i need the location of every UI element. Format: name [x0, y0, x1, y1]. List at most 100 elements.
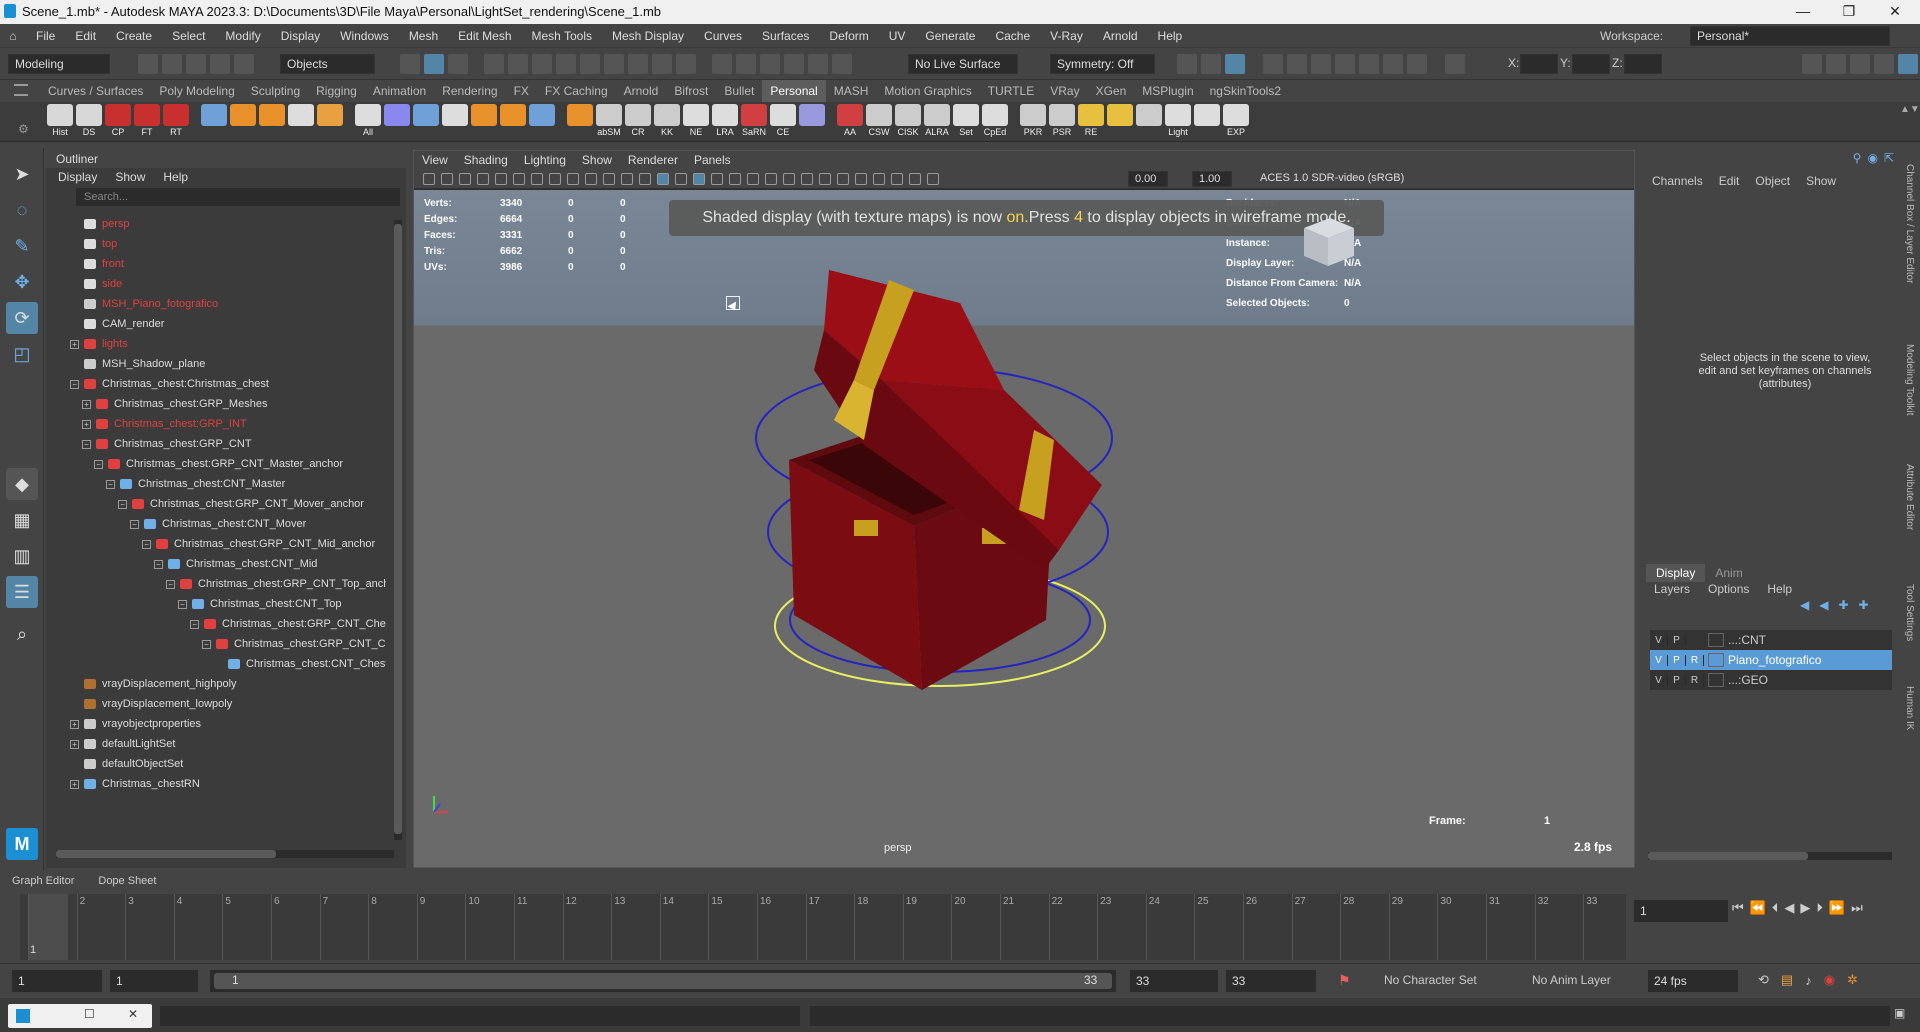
play-back-icon[interactable]: ◀: [1784, 900, 1794, 916]
expand-toggle[interactable]: +: [70, 340, 79, 349]
layer-menu-options[interactable]: Options: [1708, 582, 1749, 596]
layer-p-toggle[interactable]: P: [1668, 674, 1686, 686]
gate-mask-icon[interactable]: [567, 172, 579, 185]
shelf-tab-sculpting[interactable]: Sculpting: [243, 80, 308, 102]
layer-r-toggle[interactable]: R: [1686, 674, 1704, 686]
viewport-menu-renderer[interactable]: Renderer: [620, 151, 686, 169]
expand-toggle[interactable]: −: [70, 380, 79, 389]
anim-layer-label[interactable]: No Anim Layer: [1532, 973, 1611, 987]
script-editor-icon[interactable]: [16, 1009, 30, 1023]
outliner-layout-icon[interactable]: ☰: [6, 576, 38, 608]
lock-icon[interactable]: [652, 54, 672, 74]
shelf-button-tool-25[interactable]: [796, 104, 828, 140]
audio-icon[interactable]: ♪: [1805, 973, 1812, 988]
viewport-menu-lighting[interactable]: Lighting: [516, 151, 574, 169]
color-management-icon[interactable]: [927, 172, 939, 185]
layer-hscroll[interactable]: [1648, 852, 1892, 860]
expand-toggle[interactable]: +: [70, 780, 79, 789]
pin-icon[interactable]: ⚲: [1853, 151, 1862, 165]
shelf-tab-fx-caching[interactable]: FX Caching: [537, 80, 616, 102]
animation-end-field[interactable]: 33: [1226, 970, 1316, 992]
shelf-tab-xgen[interactable]: XGen: [1088, 80, 1135, 102]
shelf-tab-ngskintools2[interactable]: ngSkinTools2: [1202, 80, 1289, 102]
snap-point-icon[interactable]: [532, 54, 552, 74]
selection-mode-select[interactable]: Objects: [280, 54, 375, 74]
grid-icon[interactable]: [513, 172, 525, 185]
channel-menu-show[interactable]: Show: [1806, 174, 1836, 188]
exposure-field[interactable]: 0.00: [1128, 171, 1168, 187]
shelf-button-tool-7[interactable]: [256, 104, 288, 140]
modeling-toolkit-icon[interactable]: [1802, 54, 1822, 74]
ipr-render-icon[interactable]: [1311, 54, 1331, 74]
safe-title-icon[interactable]: [621, 172, 633, 185]
layer-row[interactable]: V P R ...:GEO: [1650, 670, 1892, 690]
channel-menu-edit[interactable]: Edit: [1719, 174, 1740, 188]
shelf-button-tool-38[interactable]: [1191, 104, 1223, 140]
shelf-button-tool-36[interactable]: [1133, 104, 1165, 140]
layout-icon[interactable]: [1898, 54, 1918, 74]
expand-toggle[interactable]: −: [82, 440, 91, 449]
step-forward-frame-icon[interactable]: ⏵: [1816, 900, 1823, 916]
side-tab-human-ik[interactable]: Human IK: [1904, 686, 1915, 730]
menu-windows[interactable]: Windows: [330, 24, 399, 48]
outliner-item[interactable]: Christmas_chest:CNT_Master: [120, 474, 285, 494]
shelf-button-tool-11[interactable]: [381, 104, 413, 140]
viewport-panel[interactable]: View Shading Lighting Show Renderer Panels 0.…: [413, 150, 1635, 868]
outliner-item[interactable]: Christmas_chest:GRP_Meshes: [96, 394, 267, 414]
home-icon[interactable]: ⌂: [0, 24, 26, 48]
menu-generate[interactable]: Generate: [915, 24, 985, 48]
layer-menu-layers[interactable]: Layers: [1654, 582, 1690, 596]
smooth-shade-icon[interactable]: [657, 172, 669, 185]
shelf-button-tool-12[interactable]: [410, 104, 442, 140]
layer-menu-help[interactable]: Help: [1767, 582, 1792, 596]
shelf-button-ft[interactable]: FT: [131, 104, 163, 140]
range-slider-bar[interactable]: 1 33: [210, 970, 1116, 992]
menu-surfaces[interactable]: Surfaces: [752, 24, 819, 48]
motion-blur-icon[interactable]: [765, 172, 777, 185]
menu-mesh[interactable]: Mesh: [399, 24, 448, 48]
expand-toggle[interactable]: −: [142, 540, 151, 549]
snap-grid-icon[interactable]: [484, 54, 504, 74]
shelf-tab-mash[interactable]: MASH: [826, 80, 877, 102]
camera-icon[interactable]: [1177, 54, 1197, 74]
outliner-vscroll[interactable]: [394, 220, 402, 840]
outliner-item[interactable]: Christmas_chest:CNT_Mid: [168, 554, 317, 574]
shelf-button-cped[interactable]: CpEd: [979, 104, 1011, 140]
snap-vertex-icon[interactable]: [628, 54, 648, 74]
menu-modify[interactable]: Modify: [215, 24, 270, 48]
shadows-icon[interactable]: [729, 172, 741, 185]
script-editor-button[interactable]: ▣: [1894, 1006, 1905, 1020]
colorspace-select[interactable]: ACES 1.0 SDR-video (sRGB): [1254, 171, 1454, 187]
outliner-item[interactable]: vrayDisplacement_highpoly: [84, 674, 237, 694]
camera-attr-icon[interactable]: [423, 172, 435, 185]
shelf-button-tool-16[interactable]: [526, 104, 558, 140]
render-settings-icon[interactable]: [1225, 54, 1245, 74]
anim-prefs-icon[interactable]: ✲: [1847, 972, 1858, 988]
close-button[interactable]: ✕: [1872, 0, 1918, 24]
viewport-menu-show[interactable]: Show: [574, 151, 620, 169]
lasso-icon[interactable]: [760, 54, 780, 74]
animation-start-field[interactable]: 1: [12, 970, 102, 992]
outliner-menu-show[interactable]: Show: [115, 168, 145, 186]
expand-toggle[interactable]: +: [82, 400, 91, 409]
paint-icon[interactable]: [784, 54, 804, 74]
shelf-tab-vray[interactable]: VRay: [1042, 80, 1087, 102]
shelf-tab-poly-modeling[interactable]: Poly Modeling: [151, 80, 242, 102]
outliner-item[interactable]: Christmas_chest:GRP_CNT_Mover_anchor: [132, 494, 364, 514]
go-to-end-icon[interactable]: ⏭: [1851, 900, 1863, 916]
menu-set-select[interactable]: Modeling: [8, 54, 110, 74]
outliner-item[interactable]: Christmas_chest:CNT_Top: [192, 594, 341, 614]
render-view-icon[interactable]: [1263, 54, 1283, 74]
two-view-icon[interactable]: ▥: [6, 540, 38, 572]
step-back-frame-icon[interactable]: ⏴: [1772, 900, 1779, 916]
render-frame-icon[interactable]: [1287, 54, 1307, 74]
viewport-menu-shading[interactable]: Shading: [456, 151, 516, 169]
gamma-icon[interactable]: [909, 172, 921, 185]
shelf-button-cisk[interactable]: CISK: [892, 104, 924, 140]
xray-components-icon[interactable]: [873, 172, 885, 185]
channel-box-icon[interactable]: [1874, 54, 1894, 74]
tool-settings-icon[interactable]: [1850, 54, 1870, 74]
search-icon[interactable]: ⌕: [6, 618, 38, 650]
expand-toggle[interactable]: +: [82, 420, 91, 429]
io-icon[interactable]: [712, 54, 732, 74]
